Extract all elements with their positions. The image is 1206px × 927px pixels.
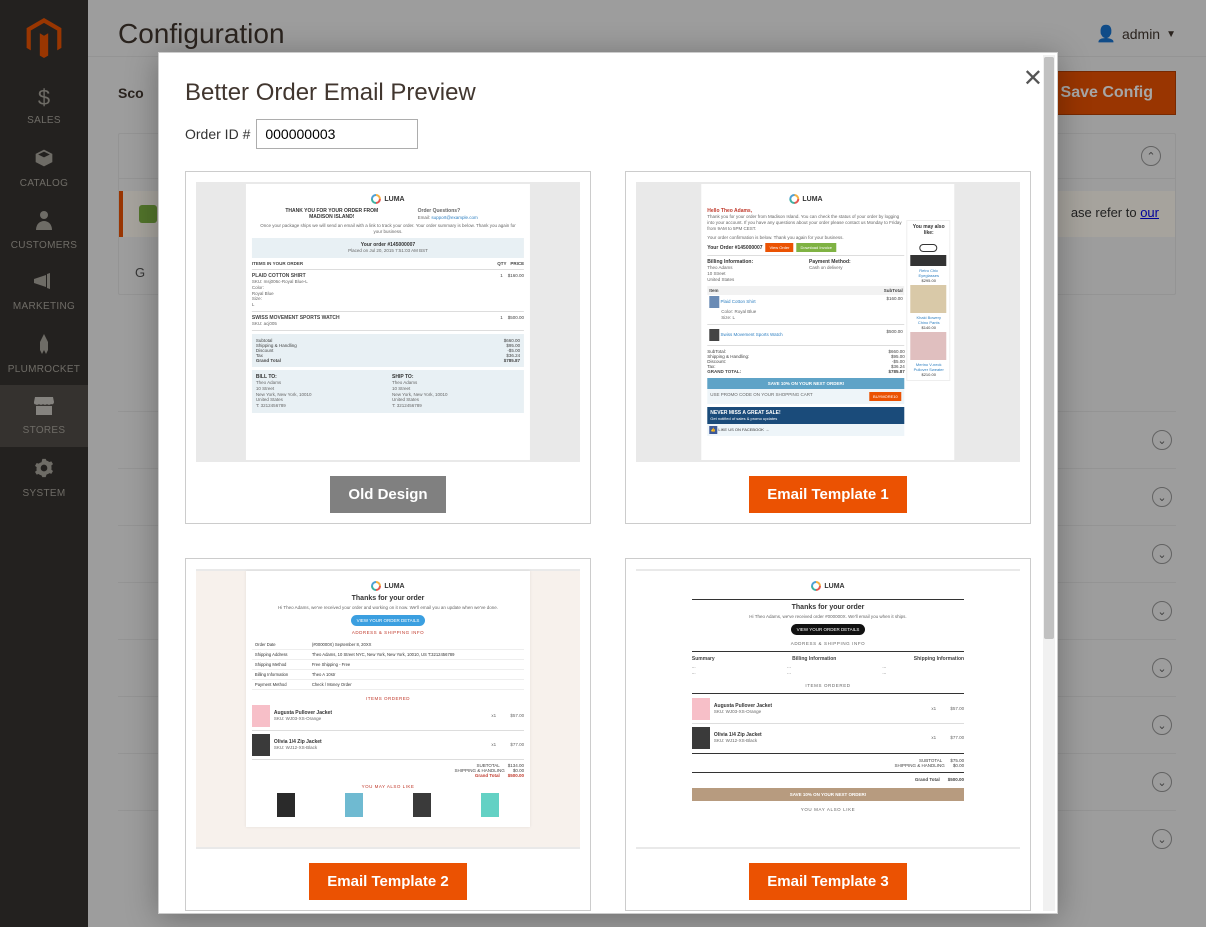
email-template-1-button[interactable]: Email Template 1 [749,476,906,513]
template-thumbnail[interactable]: LUMA Hello Theo Adams, Thank you for you… [636,182,1020,462]
template-card-email-3: LUMA Thanks for your order Hi Theo Adams… [625,558,1031,911]
order-id-input[interactable] [256,119,418,149]
template-thumbnail[interactable]: LUMA THANK YOU FOR YOUR ORDER FROM MADIS… [196,182,580,462]
order-id-label: Order ID # [185,126,250,142]
modal-title: Better Order Email Preview [185,79,1031,107]
scrollbar-thumb[interactable] [1044,57,1054,639]
email-preview-modal: ✕ Better Order Email Preview Order ID # … [158,52,1058,914]
close-button[interactable]: ✕ [1023,67,1043,91]
close-icon: ✕ [1023,65,1043,92]
email-template-3-button[interactable]: Email Template 3 [749,863,906,900]
old-design-button[interactable]: Old Design [330,476,445,513]
email-template-2-button[interactable]: Email Template 2 [309,863,466,900]
template-thumbnail[interactable]: LUMA Thanks for your order Hi Theo Adams… [636,569,1020,849]
template-card-old-design: LUMA THANK YOU FOR YOUR ORDER FROM MADIS… [185,171,591,524]
template-card-email-1: LUMA Hello Theo Adams, Thank you for you… [625,171,1031,524]
template-card-email-2: LUMA Thanks for your order Hi Theo Adams… [185,558,591,911]
template-thumbnail[interactable]: LUMA Thanks for your order Hi Theo Adams… [196,569,580,849]
modal-scrollbar[interactable] [1043,55,1055,911]
